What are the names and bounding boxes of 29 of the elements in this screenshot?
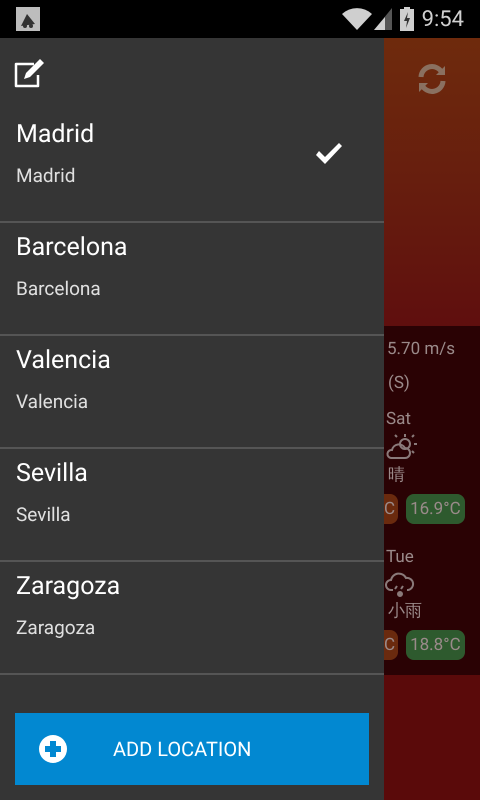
location-name: Valencia xyxy=(16,346,112,376)
forecast-condition: 小雨 xyxy=(387,600,422,622)
partly-cloudy-icon xyxy=(385,432,419,462)
low-temperature-chip: C xyxy=(384,494,398,524)
location-name: Sevilla xyxy=(16,459,89,489)
high-temperature-chip: 18.8°C xyxy=(406,630,465,660)
forecast-condition: 晴 xyxy=(387,464,405,486)
clock-time: 9:54 xyxy=(422,6,464,34)
add-location-button[interactable]: ADD LOCATION xyxy=(15,712,369,784)
location-name: Zaragoza xyxy=(16,572,122,602)
forecast-day: Sat xyxy=(384,408,411,430)
location-name: Madrid xyxy=(16,120,96,150)
rain-cloud-icon xyxy=(385,570,415,598)
location-region: Valencia xyxy=(16,390,90,414)
battery-charging-icon xyxy=(400,7,414,31)
high-temperature-chip: 16.9°C xyxy=(406,494,465,524)
low-temperature-chip: C xyxy=(384,630,398,660)
wind-speed: 5.70 m/s xyxy=(386,338,456,360)
forecast-day: Tue xyxy=(384,546,414,568)
app-notification-icon xyxy=(16,7,40,31)
location-region: Madrid xyxy=(16,164,76,188)
wind-direction: (S) xyxy=(387,372,411,394)
location-region: Sevilla xyxy=(16,503,72,527)
plus-circle-icon xyxy=(39,734,67,762)
edit-icon[interactable] xyxy=(12,59,46,89)
location-region: Zaragoza xyxy=(16,616,96,640)
signal-icon xyxy=(374,8,392,30)
location-name: Barcelona xyxy=(16,233,128,263)
location-region: Barcelona xyxy=(16,277,102,301)
